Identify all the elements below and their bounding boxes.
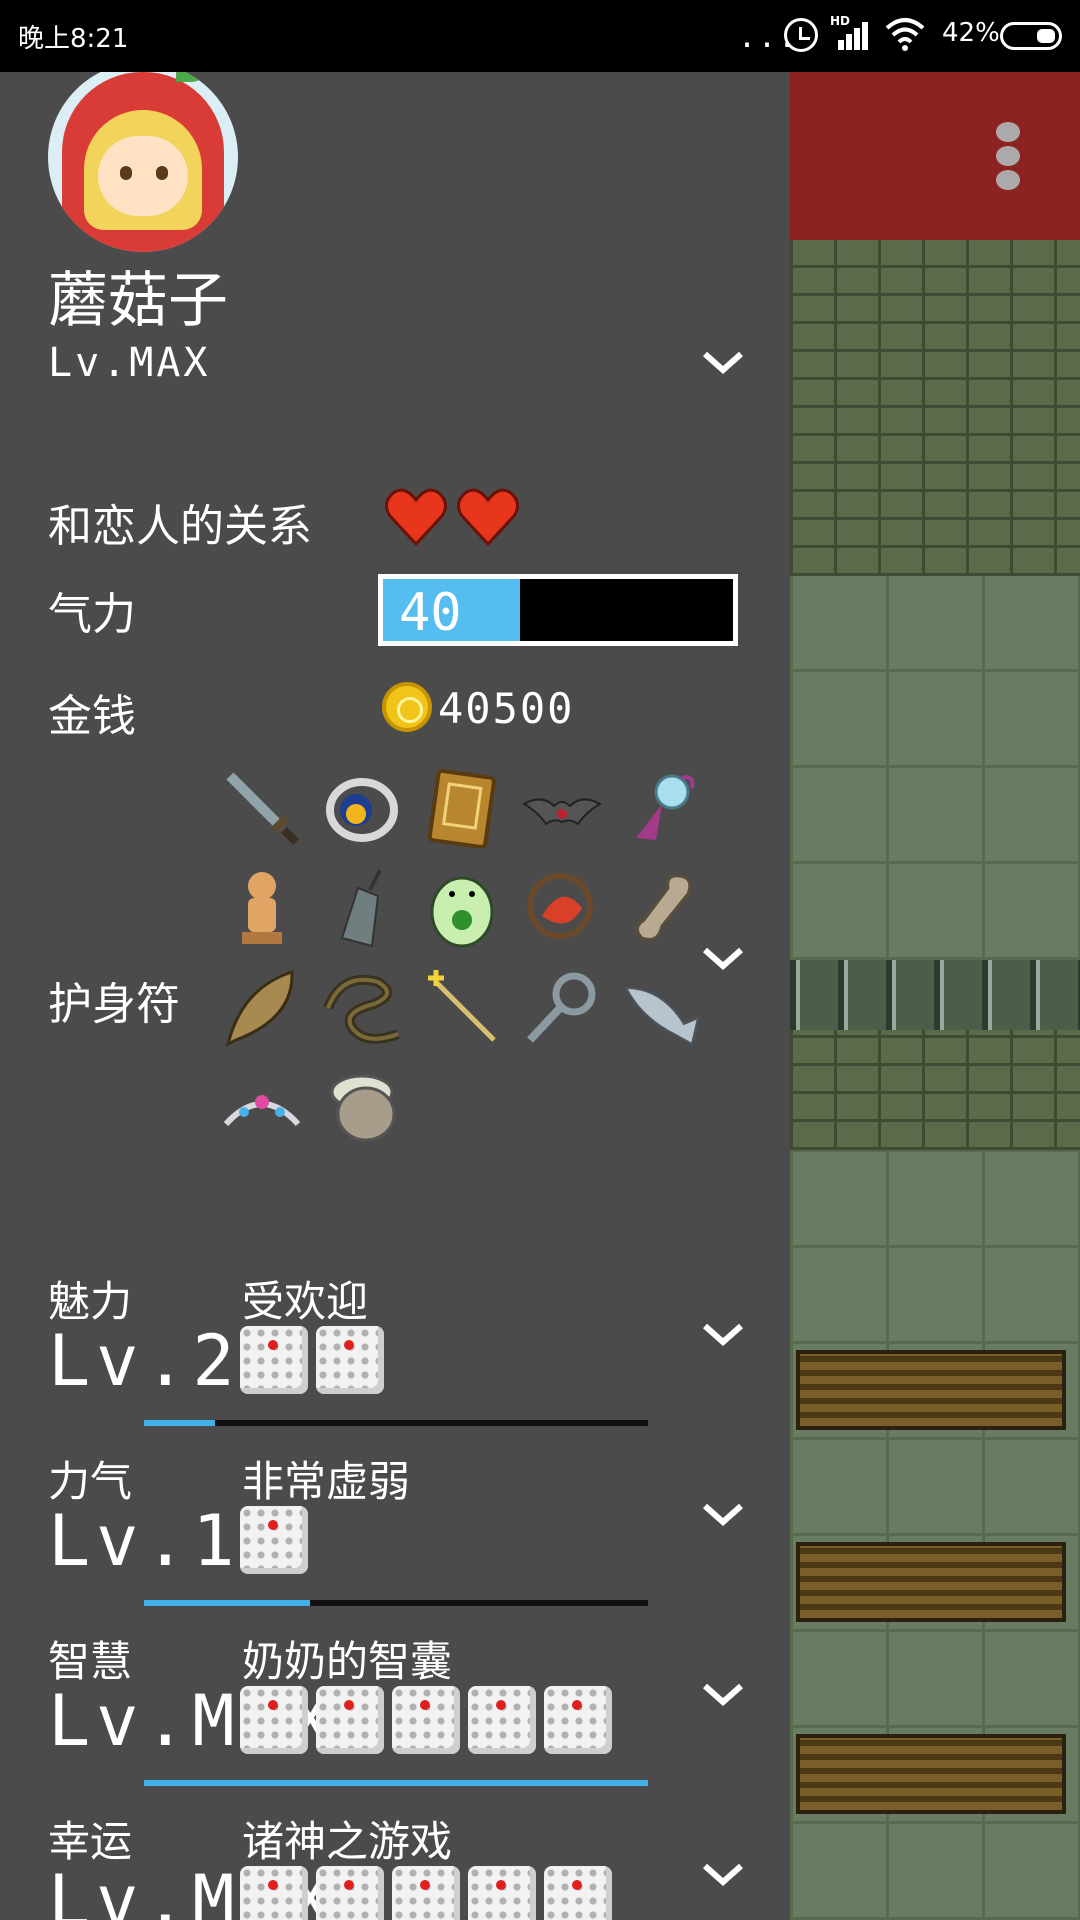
- book-icon[interactable]: [422, 768, 502, 850]
- idol-icon[interactable]: [222, 868, 302, 948]
- die-icon: [240, 1686, 308, 1754]
- die-icon: [240, 1506, 308, 1574]
- battery-icon: [1000, 22, 1062, 50]
- snake-icon[interactable]: [322, 968, 402, 1048]
- stat-progress-fill: [144, 1780, 648, 1786]
- die-icon: [468, 1866, 536, 1920]
- wand-icon[interactable]: [422, 968, 502, 1048]
- die-icon: [316, 1326, 384, 1394]
- battery-percent: 42%: [942, 18, 1000, 48]
- charms-expand-chevron-icon[interactable]: [700, 944, 746, 974]
- stamina-bar: 40: [378, 574, 738, 646]
- stat-progress-bar: [144, 1780, 648, 1786]
- stat-progress-bar: [144, 1600, 648, 1606]
- stat-expand-chevron-icon[interactable]: [700, 1500, 746, 1530]
- game-scene[interactable]: [790, 72, 1080, 1920]
- floor-tiles: [790, 576, 1080, 960]
- bird-clover-icon[interactable]: [422, 868, 502, 948]
- stat-dice: [240, 1686, 612, 1754]
- money-label: 金钱: [48, 691, 136, 742]
- relationship-hearts: [385, 488, 519, 547]
- heart-icon: [385, 488, 447, 547]
- character-level: Lv.MAX: [48, 340, 211, 386]
- die-icon: [240, 1326, 308, 1394]
- stat-progress-bar: [144, 1420, 648, 1426]
- relationship-label: 和恋人的关系: [48, 501, 312, 552]
- stat-dice: [240, 1866, 612, 1920]
- stat-level: Lv.1: [48, 1500, 241, 1582]
- avatar[interactable]: [48, 72, 238, 252]
- stat-expand-chevron-icon[interactable]: [700, 1860, 746, 1890]
- coin-icon: [382, 682, 432, 732]
- perfume-icon[interactable]: [622, 768, 702, 848]
- magnifier-icon[interactable]: [522, 968, 602, 1048]
- profile-expand-chevron-icon[interactable]: [700, 348, 746, 378]
- stone-wall: [790, 1030, 1080, 1150]
- die-icon: [468, 1686, 536, 1754]
- bat-icon[interactable]: [521, 768, 603, 848]
- clam-icon[interactable]: [322, 1068, 402, 1148]
- bell-icon[interactable]: [322, 868, 402, 948]
- stat-expand-chevron-icon[interactable]: [700, 1320, 746, 1350]
- heart-icon: [457, 488, 519, 547]
- stat-description: 受欢迎: [242, 1277, 369, 1326]
- ring-icon[interactable]: [322, 768, 402, 848]
- die-icon: [544, 1686, 612, 1754]
- stat-level: Lv.2: [48, 1320, 241, 1402]
- character-drawer: 蘑菇子 Lv.MAX 和恋人的关系 气力 40 金钱 40500 护身符 魅力 …: [0, 72, 790, 1920]
- charms-label: 护身符: [48, 979, 180, 1030]
- fish-lure-icon[interactable]: [522, 868, 602, 948]
- stone-wall: [790, 240, 1080, 576]
- fish-icon[interactable]: [622, 968, 702, 1048]
- sword-icon[interactable]: [222, 768, 302, 848]
- bench: [796, 1734, 1066, 1814]
- stamina-value: 40: [399, 583, 462, 643]
- bench: [796, 1542, 1066, 1622]
- stat-dice: [240, 1506, 308, 1574]
- die-icon: [544, 1866, 612, 1920]
- die-icon: [392, 1866, 460, 1920]
- fence: [790, 960, 1080, 1030]
- die-icon: [240, 1866, 308, 1920]
- status-time: 晚上8:21: [18, 24, 129, 54]
- stat-description: 非常虚弱: [242, 1457, 411, 1506]
- money-amount: 40500: [438, 684, 575, 733]
- stamina-label: 气力: [48, 589, 136, 640]
- alarm-icon: [784, 18, 818, 52]
- signal-icon: [832, 22, 872, 50]
- leaf-icon[interactable]: [222, 968, 302, 1048]
- die-icon: [392, 1686, 460, 1754]
- stat-progress-fill: [144, 1600, 311, 1606]
- character-name: 蘑菇子: [48, 266, 228, 336]
- bone-icon[interactable]: [622, 868, 702, 948]
- stat-dice: [240, 1326, 384, 1394]
- stat-expand-chevron-icon[interactable]: [700, 1680, 746, 1710]
- bench: [796, 1350, 1066, 1430]
- tiara-icon[interactable]: [222, 1068, 302, 1148]
- wifi-icon: [885, 18, 925, 51]
- die-icon: [316, 1866, 384, 1920]
- more-menu-icon[interactable]: [996, 122, 1020, 194]
- game-top-bar: [790, 72, 1080, 240]
- status-bar: 晚上8:21 ... HD 42%: [0, 0, 1080, 72]
- die-icon: [316, 1686, 384, 1754]
- stat-progress-fill: [144, 1420, 215, 1426]
